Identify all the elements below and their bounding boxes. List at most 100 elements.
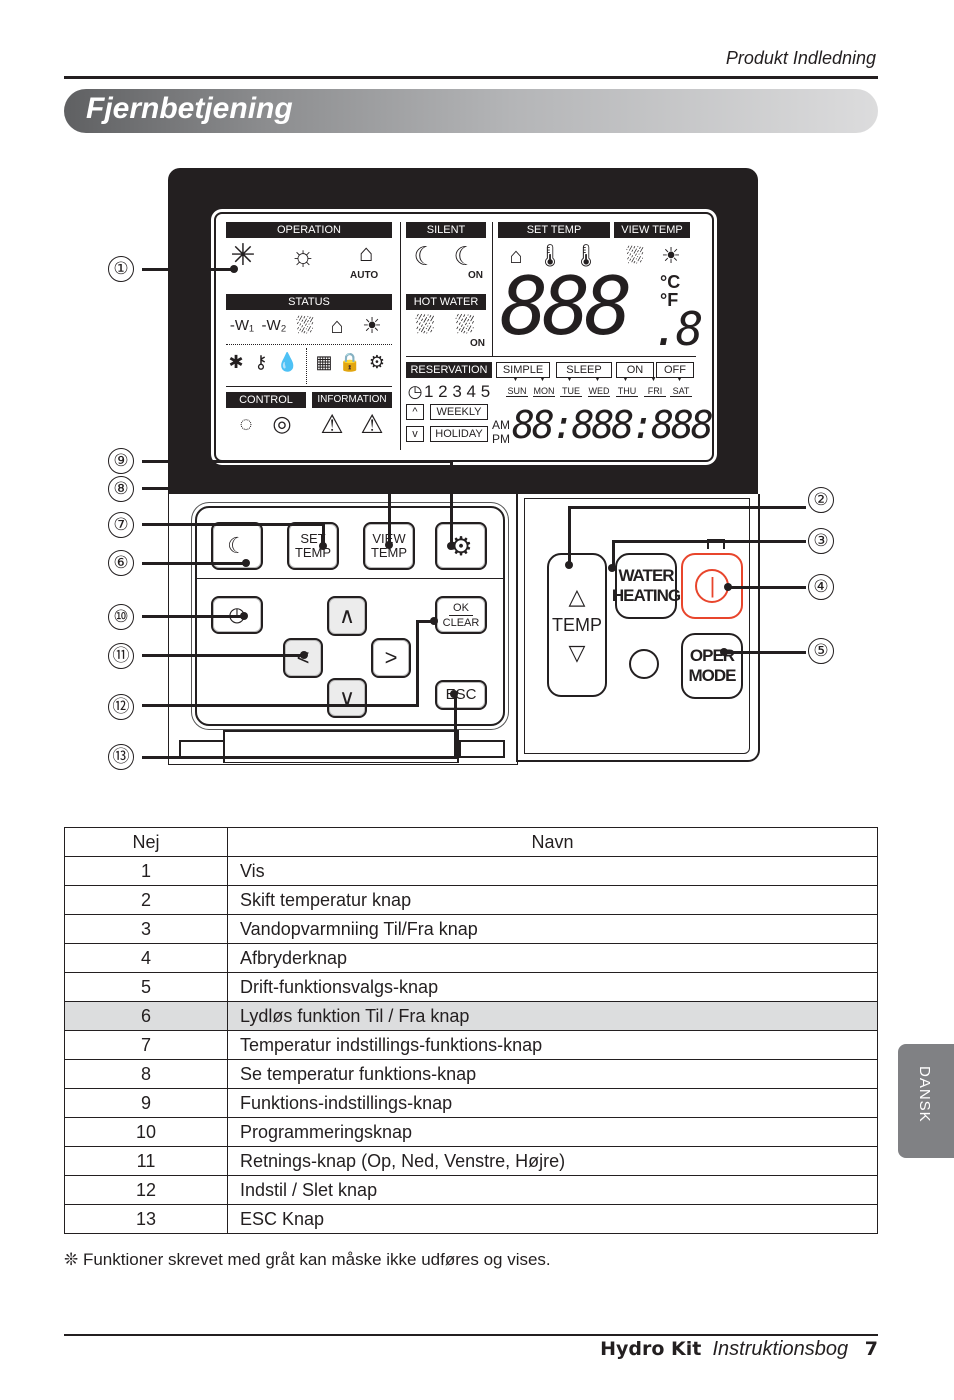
remote-control-icon: ◎ [272, 411, 292, 436]
temp-column-divider [492, 222, 493, 356]
column-header-no: Nej [64, 827, 228, 857]
view-temp-label: VIEW TEMP [614, 222, 690, 238]
oper-mode-button[interactable]: OPER MODE [681, 633, 743, 699]
language-label: DANSK [916, 1066, 933, 1123]
day-mon: MON [533, 376, 555, 397]
clock-readout: 88:888:888 [512, 403, 714, 447]
right-button[interactable]: > [371, 638, 411, 678]
callout-5: ⑤ [808, 638, 834, 664]
callout-dot-12 [430, 617, 438, 625]
row-name: Temperatur indstillings-funktions-knap [227, 1030, 878, 1060]
row-number: 2 [64, 885, 228, 915]
hot-water-shower-icon: ⛆ [415, 312, 435, 339]
main-button-panel: △ TEMP ▽ WATER HEATING | OPER MODE [516, 494, 760, 762]
row-name: Retnings-knap (Op, Ned, Venstre, Højre) [227, 1146, 878, 1176]
temp-rocker-button[interactable]: △ TEMP ▽ [547, 553, 607, 697]
row-number: 11 [64, 1146, 228, 1176]
hot-water-on-text: ON [470, 338, 485, 349]
document-name: Instruktionsbog [712, 1338, 849, 1360]
table-row: 11 Retnings-knap (Op, Ned, Venstre, Højre… [64, 1146, 878, 1176]
row-name: Lydløs funktion Til / Fra knap [227, 1001, 878, 1031]
row-number: 7 [64, 1030, 228, 1060]
callout-12: ⑫ [108, 694, 134, 720]
control-label: CONTROL [226, 392, 306, 408]
table-row: 5 Drift-funktionsvalgs-knap [64, 972, 878, 1002]
callout-line-12-v [416, 620, 419, 707]
lcd-down-arrow-icon: v [406, 426, 424, 442]
table-row: 6 Lydløs funktion Til / Fra knap [64, 1001, 878, 1031]
lock-icon: 🔒 [338, 352, 362, 372]
row-name: Programmeringsknap [227, 1117, 878, 1147]
table-row: 1 Vis [64, 856, 878, 886]
column-header-name: Navn [227, 827, 878, 857]
callout-10: ⑩ [108, 604, 134, 630]
callout-dot-8 [385, 541, 393, 549]
central-control-icon: ◌ [239, 411, 253, 436]
row-number: 9 [64, 1088, 228, 1118]
callout-dot-2 [565, 561, 573, 569]
operation-label: OPERATION [226, 222, 392, 238]
error-icon: ⚠ [360, 409, 384, 439]
control-divider [226, 386, 392, 387]
row-name: Se temperatur funktions-knap [227, 1059, 878, 1089]
callout-dot-5 [720, 648, 728, 656]
silent-label: SILENT [406, 222, 486, 238]
callout-dot-7 [319, 542, 327, 550]
callout-2: ② [808, 487, 834, 513]
callout-line-7 [142, 523, 324, 526]
callout-line-1 [142, 268, 234, 271]
status-label: STATUS [226, 294, 392, 310]
keypad-housing: ☾ SET TEMP VIEW TEMP ⚙ ◷ ∧ < > ∨ OK CLEA… [168, 494, 518, 765]
silent-moon-on-icon: ☾ [453, 241, 477, 271]
outdoor-temp-icon: ☀ [661, 243, 681, 268]
weekly-label: WEEKLY [430, 404, 488, 420]
ok-clear-button[interactable]: OK CLEAR [435, 596, 487, 634]
gear-disabled-icon: ⚙ [368, 352, 386, 372]
page-title: Fjernbetjening [86, 92, 293, 125]
clear-text: CLEAR [442, 616, 480, 629]
callout-dot-6 [242, 559, 250, 567]
callout-line-2 [568, 506, 806, 509]
temperature-readout: 888 [500, 260, 632, 353]
set-temp-label: SET TEMP [498, 222, 610, 238]
ok-text: OK [449, 601, 473, 616]
section-label: Produkt Indledning [725, 48, 876, 68]
chevron-up-icon: ∧ [338, 603, 356, 628]
table-row: 7 Temperatur indstillings-funktions-knap [64, 1030, 878, 1060]
status-separator [306, 348, 307, 384]
main-button-panel-inner: △ TEMP ▽ WATER HEATING | OPER MODE [524, 498, 750, 754]
callout-3: ③ [808, 528, 834, 554]
callout-line-2-v [568, 506, 571, 564]
heater-2-icon: -W₂ [261, 317, 287, 334]
callout-13: ⑬ [108, 744, 134, 770]
shower-heater-icon: ⛆ [296, 313, 314, 338]
callout-9: ⑨ [108, 448, 134, 474]
callout-dot-10 [240, 612, 248, 620]
mode-sleep: SLEEP [556, 362, 612, 378]
row-name: Drift-funktionsvalgs-knap [227, 972, 878, 1002]
down-button[interactable]: ∨ [327, 678, 367, 718]
callout-line-8 [142, 487, 390, 490]
esc-button[interactable]: ESC [435, 680, 487, 710]
table-header-row: Nej Navn [64, 827, 878, 857]
temp-down-triangle-icon[interactable]: ▽ [569, 642, 586, 664]
row-number: 13 [64, 1204, 228, 1234]
house-play-icon: ⌂ [330, 313, 344, 338]
table-row: 10 Programmeringsknap [64, 1117, 878, 1147]
heater-1-icon: -W₁ [229, 317, 255, 334]
row-number: 12 [64, 1175, 228, 1205]
lcd-column-divider [400, 222, 401, 450]
reservation-label: RESERVATION [406, 362, 492, 378]
oper-mode-line2: MODE [688, 666, 737, 685]
function-setting-button[interactable]: ⚙ [435, 522, 487, 570]
temp-up-triangle-icon[interactable]: △ [569, 586, 586, 608]
fahrenheit-unit: °F [660, 290, 679, 310]
table-row: 12 Indstil / Slet knap [64, 1175, 878, 1205]
up-button[interactable]: ∧ [327, 596, 367, 636]
silent-moon-icon: ☾ [413, 241, 437, 271]
day-wed: WED [588, 376, 610, 397]
set-temp-button[interactable]: SET TEMP [287, 522, 339, 570]
lcd-display: OPERATION ✳ ☼ ⌂ AUTO STATUS -W₁ -W₂ ⛆ ⌂ … [214, 212, 714, 462]
water-drop-icon: 💧 [276, 352, 299, 372]
water-heating-button[interactable]: WATER HEATING [612, 553, 681, 619]
